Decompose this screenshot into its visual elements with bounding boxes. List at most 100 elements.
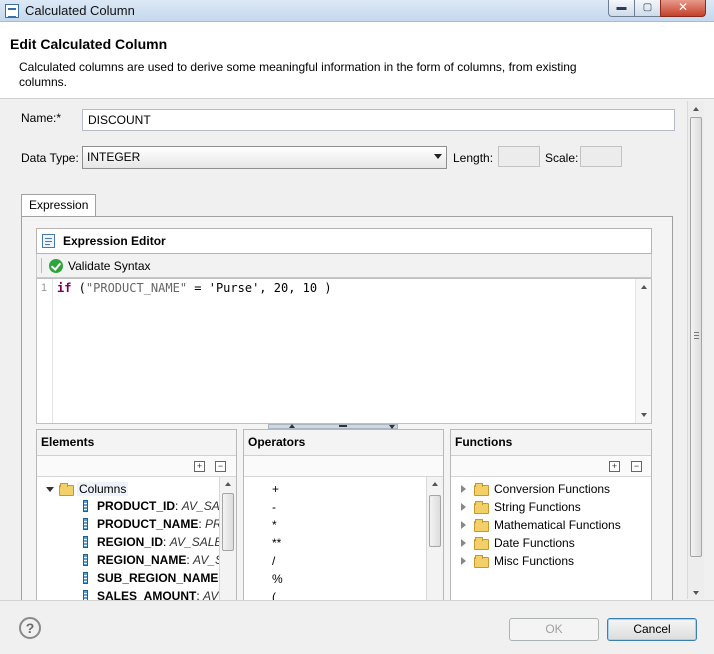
elements-scrollbar[interactable] <box>219 477 236 603</box>
functions-header: Functions <box>451 430 651 456</box>
expand-all-icon[interactable]: + <box>194 461 205 472</box>
code-scroll-down-icon[interactable] <box>641 413 647 417</box>
column-icon <box>83 572 88 584</box>
tab-expression[interactable]: Expression <box>21 194 97 217</box>
close-button[interactable]: ✕ <box>660 0 706 17</box>
expression-tab-panel: Expression Editor Validate Syntax 1 if (… <box>21 216 673 604</box>
scale-label: Scale: <box>545 151 579 165</box>
dialog-header: Edit Calculated Column Calculated column… <box>0 22 714 98</box>
operators-panel: Operators + - * ** / % ( <box>243 429 444 604</box>
operator-item[interactable]: - <box>272 500 276 514</box>
elements-toolbar: + − <box>37 456 236 477</box>
collapse-all-icon[interactable]: − <box>215 461 226 472</box>
column-icon <box>83 554 88 566</box>
name-label: Name:* <box>21 111 62 125</box>
length-input[interactable] <box>498 146 540 167</box>
code-keyword: if <box>57 281 72 295</box>
tree-collapsed-icon[interactable] <box>461 521 466 529</box>
tree-collapsed-icon[interactable] <box>461 539 466 547</box>
operators-scroll-up-icon[interactable] <box>432 482 438 486</box>
scale-input[interactable] <box>580 146 622 167</box>
minimize-button[interactable]: ▬ <box>608 0 635 17</box>
operators-scroll-thumb[interactable] <box>429 495 441 547</box>
expand-all-icon[interactable]: + <box>609 461 620 472</box>
folder-icon <box>474 519 489 532</box>
functions-panel: Functions + − Conversion Functions Strin… <box>450 429 652 602</box>
operator-item[interactable]: ** <box>272 536 281 550</box>
tree-item-column[interactable]: SUB_REGION_NAME: . <box>97 571 219 585</box>
dialog-title: Edit Calculated Column <box>10 36 168 52</box>
expression-code-line[interactable]: if ("PRODUCT_NAME" = 'Purse', 20, 10 ) <box>57 281 332 295</box>
operators-header: Operators <box>244 430 443 456</box>
help-icon[interactable]: ? <box>19 617 41 639</box>
tree-root-columns[interactable]: Columns <box>77 482 129 496</box>
sash-up-icon[interactable] <box>289 424 295 428</box>
scroll-down-icon[interactable] <box>693 591 699 595</box>
code-open-paren: ( <box>71 281 86 295</box>
operator-item[interactable]: % <box>272 572 283 586</box>
elements-tree: Columns PRODUCT_ID: AV_SAL PRODUCT_NAME:… <box>37 477 219 603</box>
validate-toolbar: Validate Syntax <box>36 254 652 278</box>
function-category[interactable]: Date Functions <box>494 536 575 550</box>
tree-item-column[interactable]: PRODUCT_ID: AV_SAL <box>97 499 219 513</box>
data-type-value: INTEGER <box>87 150 141 164</box>
operator-item[interactable]: + <box>272 482 279 496</box>
cancel-button[interactable]: Cancel <box>607 618 697 641</box>
maximize-button[interactable]: ▢ <box>634 0 661 17</box>
dialog-footer: ? OK Cancel <box>0 600 714 654</box>
name-input[interactable]: DISCOUNT <box>82 109 675 131</box>
folder-icon <box>474 537 489 550</box>
tree-collapsed-icon[interactable] <box>461 557 466 565</box>
expression-editor-title: Expression Editor <box>63 234 166 248</box>
dialog-scrollbar[interactable] <box>687 101 704 599</box>
dialog-description: Calculated columns are used to derive so… <box>19 60 577 89</box>
column-icon <box>83 500 88 512</box>
tree-expand-icon[interactable] <box>46 487 54 492</box>
column-icon <box>83 536 88 548</box>
tree-item-column[interactable]: REGION_ID: AV_SALES <box>97 535 219 549</box>
operator-item[interactable]: / <box>272 554 275 568</box>
expression-code-area[interactable]: 1 if ("PRODUCT_NAME" = 'Purse', 20, 10 ) <box>36 278 652 424</box>
tree-item-column[interactable]: REGION_NAME: AV_SA <box>97 553 219 567</box>
function-category[interactable]: Conversion Functions <box>494 482 610 496</box>
line-number-gutter: 1 <box>37 279 53 423</box>
chevron-down-icon <box>434 154 442 159</box>
operator-item[interactable]: * <box>272 518 277 532</box>
ok-button[interactable]: OK <box>509 618 599 641</box>
window-title: Calculated Column <box>25 3 135 18</box>
operators-toolbar <box>244 456 443 477</box>
data-type-label: Data Type: <box>21 151 79 165</box>
line-number: 1 <box>41 282 48 294</box>
tree-collapsed-icon[interactable] <box>461 485 466 493</box>
functions-toolbar: + − <box>451 456 651 477</box>
elements-panel: Elements + − Columns PRODUCT_ID: AV_SAL … <box>36 429 237 603</box>
function-category[interactable]: Misc Functions <box>494 554 574 568</box>
function-category[interactable]: Mathematical Functions <box>494 518 621 532</box>
operators-scrollbar[interactable] <box>426 477 443 603</box>
tree-item-column[interactable]: PRODUCT_NAME: PRO <box>97 517 219 531</box>
elements-scroll-thumb[interactable] <box>222 493 234 551</box>
tree-collapsed-icon[interactable] <box>461 503 466 511</box>
code-scrollbar[interactable] <box>635 279 651 423</box>
function-category[interactable]: String Functions <box>494 500 581 514</box>
expression-editor-icon <box>42 234 55 248</box>
title-bar: Calculated Column ▬ ▢ ✕ <box>0 0 714 22</box>
app-icon <box>5 4 19 18</box>
scrollbar-thumb[interactable] <box>690 117 702 557</box>
validate-syntax-button[interactable]: Validate Syntax <box>68 259 151 273</box>
scroll-up-icon[interactable] <box>693 107 699 111</box>
folder-icon <box>474 501 489 514</box>
elements-scroll-up-icon[interactable] <box>225 482 231 486</box>
elements-header: Elements <box>37 430 236 456</box>
dialog-content: Name:* DISCOUNT Data Type: INTEGER Lengt… <box>0 98 714 604</box>
column-icon <box>83 518 88 530</box>
collapse-all-icon[interactable]: − <box>631 461 642 472</box>
code-scroll-up-icon[interactable] <box>641 285 647 289</box>
expression-editor-header: Expression Editor <box>36 228 652 254</box>
folder-icon <box>59 483 74 496</box>
data-type-select[interactable]: INTEGER <box>82 146 447 169</box>
code-rest: = 'Purse', 20, 10 ) <box>187 281 332 295</box>
code-column-ref: "PRODUCT_NAME" <box>85 281 188 295</box>
check-icon <box>49 259 63 273</box>
length-label: Length: <box>453 151 494 165</box>
